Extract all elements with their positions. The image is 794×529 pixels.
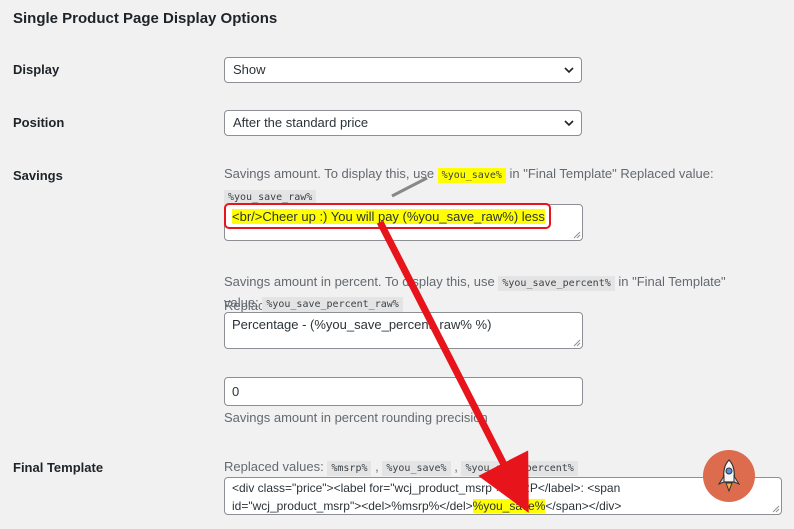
savings-label: Savings [13,168,63,183]
position-select[interactable]: After the standard price [224,110,582,136]
final-template-line-1: <div class="price"><label for="wcj_produ… [232,481,621,495]
final-template-you-save-highlight: %you_save% [472,499,546,513]
final-template-line-2-b: </span></div> [545,499,622,513]
savings-textarea[interactable]: <br/>Cheer up :) You will pay (%you_save… [224,204,583,241]
rounding-precision-input[interactable]: 0 [224,377,583,406]
resize-grip-icon[interactable] [573,231,581,239]
section-title: Single Product Page Display Options [13,10,278,27]
final-template-line-2-a: id="wcj_product_msrp"><del>%msrp%</del> [232,499,473,513]
you-save-percent-code-ref: %you_save_percent% [461,461,578,476]
savings-percent-value-text: value: [224,295,259,310]
savings-textarea-value: <br/>Cheer up :) You will pay (%you_save… [232,209,545,224]
msrp-code: %msrp% [327,461,372,476]
you-save-raw-code: %you_save_raw% [224,190,317,205]
you-save-percent-code: %you_save_percent% [498,276,615,291]
final-template-label: Final Template [13,460,104,475]
final-template-desc-text: Replaced values: [224,459,324,474]
chevron-down-icon [564,67,574,74]
savings-desc-text-after: in "Final Template" Replaced value: [509,166,714,181]
display-label: Display [13,62,60,77]
chevron-down-icon [564,120,574,127]
resize-grip-icon[interactable] [573,339,581,347]
display-select-value: Show [233,62,266,77]
final-template-textarea[interactable]: <div class="price"><label for="wcj_produ… [224,477,782,515]
you-save-code-ref: %you_save% [382,461,451,476]
savings-desc-text: Savings amount. To display this, use [224,166,435,181]
you-save-code: %you_save% [437,168,506,183]
separator: , [375,459,379,474]
display-select[interactable]: Show [224,57,582,83]
you-save-percent-raw-code: %you_save_percent_raw% [262,297,403,312]
annotation-arrow [376,220,529,513]
position-label: Position [13,115,65,130]
resize-grip-icon[interactable] [772,505,780,513]
rocket-icon [717,459,741,493]
savings-percent-textarea[interactable]: Percentage - (%you_save_percent_raw% %) [224,312,583,349]
final-template-line-2: id="wcj_product_msrp"><del>%msrp%</del>%… [232,497,774,515]
rounding-precision-description: Savings amount in percent rounding preci… [224,410,488,425]
rounding-precision-value: 0 [232,384,240,399]
separator: , [454,459,458,474]
position-select-value: After the standard price [233,115,369,130]
savings-percent-desc-text: Savings amount in percent. To display th… [224,274,495,289]
rocket-button[interactable] [703,450,755,502]
savings-percent-textarea-value: Percentage - (%you_save_percent_raw% %) [232,317,492,332]
savings-description: Savings amount. To display this, use %yo… [224,163,714,187]
